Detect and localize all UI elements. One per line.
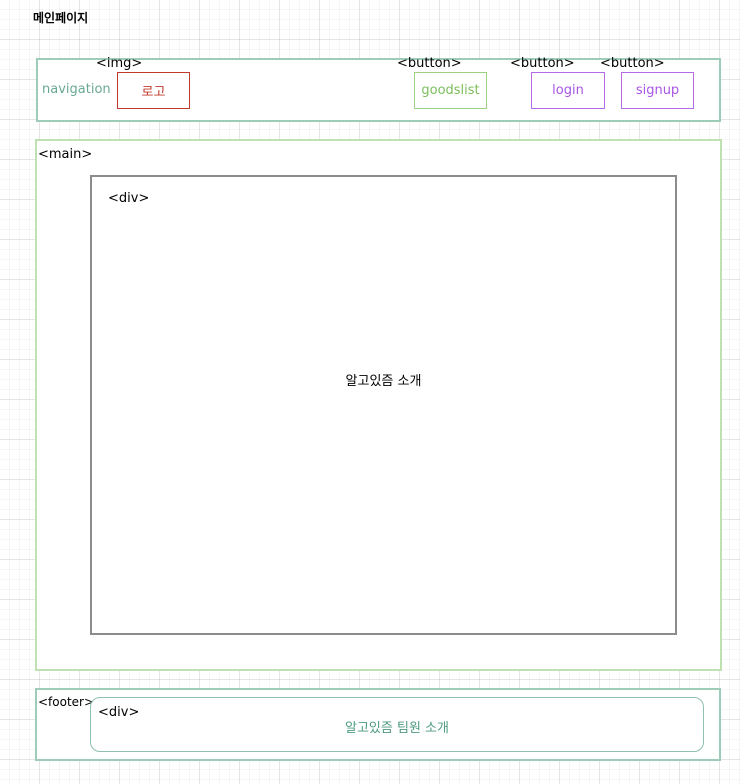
login-tag: <button> xyxy=(510,56,575,71)
main-div-tag: <div> xyxy=(108,191,150,206)
signup-button[interactable]: signup xyxy=(621,72,694,109)
footer-team-text: 알고있즘 팀원 소개 xyxy=(345,721,449,736)
logo-image[interactable]: 로고 xyxy=(117,72,190,109)
goodslist-tag: <button> xyxy=(397,56,462,71)
main-intro-text: 알고있즘 소개 xyxy=(345,374,422,389)
main-div-box xyxy=(90,175,677,635)
navigation-label: navigation xyxy=(42,82,111,97)
goodslist-button[interactable]: goodslist xyxy=(414,72,487,109)
page-title: 메인페이지 xyxy=(33,11,89,25)
login-button[interactable]: login xyxy=(531,72,605,109)
signup-tag: <button> xyxy=(600,56,665,71)
footer-tag: <footer> xyxy=(38,695,95,709)
logo-tag: <img> xyxy=(96,56,143,71)
main-tag: <main> xyxy=(38,147,93,162)
